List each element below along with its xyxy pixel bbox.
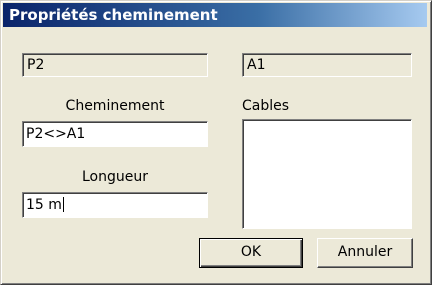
properties-dialog: Propriétés cheminement P2 A1 Cheminement… bbox=[0, 0, 432, 285]
dialog-title: Propriétés cheminement bbox=[9, 6, 218, 24]
cancel-button[interactable]: Annuler bbox=[317, 238, 413, 268]
route-label: Cheminement bbox=[65, 98, 165, 114]
cables-listbox[interactable] bbox=[242, 119, 412, 229]
destination-field: A1 bbox=[242, 53, 412, 77]
length-label: Longueur bbox=[82, 169, 148, 185]
cables-label: Cables bbox=[242, 98, 290, 114]
origin-field: P2 bbox=[22, 53, 208, 77]
text-caret bbox=[62, 197, 64, 212]
ok-button[interactable]: OK bbox=[199, 238, 303, 268]
route-input[interactable]: P2<>A1 bbox=[22, 121, 208, 147]
length-input[interactable]: 15 m bbox=[22, 192, 208, 218]
title-bar[interactable]: Propriétés cheminement bbox=[3, 3, 427, 27]
length-input-value: 15 m bbox=[26, 197, 62, 213]
